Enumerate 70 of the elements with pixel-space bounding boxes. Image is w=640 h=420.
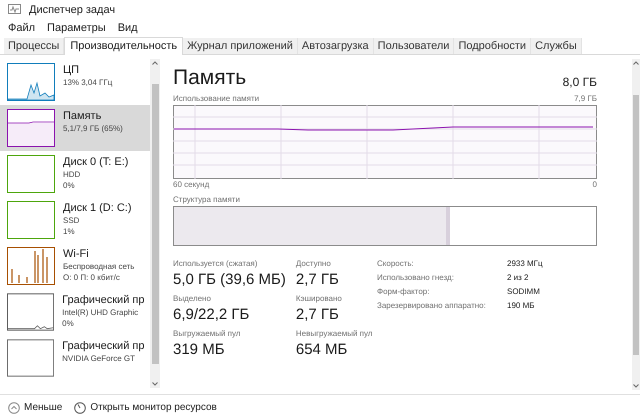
stat-label: Используется (сжатая) (173, 258, 258, 270)
fewer-details-button[interactable]: Меньше (8, 400, 62, 415)
app-icon (8, 4, 21, 16)
item-name: Диск 1 (D: C:) (63, 201, 132, 215)
menu-item[interactable]: Параметры (47, 20, 106, 37)
stat-value: 2,7 ГБ (296, 270, 340, 290)
detail-value: 190 МБ (507, 300, 536, 312)
item-detail: 13% 3,04 ГГц (63, 77, 112, 88)
gauge-icon (74, 402, 86, 414)
stat-label: Кэшировано (296, 293, 343, 305)
tab[interactable]: Производительность (64, 37, 184, 55)
item-detail: HDD (63, 169, 82, 180)
chevron-up-icon (8, 402, 20, 414)
stat-label: Выделено (173, 293, 212, 305)
item-detail: Intel(R) UHD Graphic (62, 307, 140, 318)
menu-item[interactable]: Файл (8, 20, 36, 37)
graph-max: 7,9 ГБ (574, 93, 597, 105)
item-detail: О: 0 П: 0 кбит/с (63, 272, 121, 283)
stat-value: 5,0 ГБ (39,6 МБ) (173, 270, 286, 290)
item-detail: 5,1/7,9 ГБ (65%) (63, 123, 123, 134)
item-detail: 0% (63, 180, 76, 191)
graph-label: Использование памяти (173, 93, 260, 105)
tab[interactable]: Службы (531, 38, 582, 54)
stat-value: 654 МБ (296, 340, 348, 360)
item-name: Wi-Fi (63, 247, 90, 261)
scroll-up-icon[interactable] (633, 61, 639, 65)
detail-label: Использовано гнезд: (377, 272, 455, 284)
item-detail: NVIDIA GeForce GT (62, 353, 136, 364)
stat-value: 6,9/22,2 ГБ (173, 305, 250, 325)
detail-value: 2 из 2 (507, 272, 530, 284)
panel-title: Память (173, 65, 246, 91)
tab[interactable]: Автозагрузка (298, 38, 374, 54)
item-detail: Беспроводная сеть (63, 261, 134, 272)
tab[interactable]: Журнал приложений (183, 38, 298, 54)
item-detail: 0% (62, 318, 75, 329)
tab[interactable]: Пользователи (374, 38, 454, 54)
resource-monitor-link[interactable]: Открыть монитор ресурсов (74, 400, 217, 415)
tab[interactable]: Подробности (454, 38, 532, 54)
item-detail: SSD (63, 215, 80, 226)
graph-zero-label: 0 (592, 179, 597, 191)
stat-value: 2,7 ГБ (296, 305, 340, 325)
detail-label: Форм-фактор: (377, 286, 430, 298)
stat-label: Невыгружаемый пул (296, 328, 372, 340)
scroll-thumb[interactable] (633, 94, 639, 354)
scroll-down-icon[interactable] (152, 382, 158, 386)
detail-label: Зарезервировано аппаратно: (377, 300, 487, 312)
scroll-down-icon[interactable] (633, 384, 639, 388)
tab[interactable]: Процессы (4, 38, 64, 54)
item-name: Графический пр (62, 293, 143, 307)
item-detail: 1% (63, 226, 76, 237)
scroll-thumb[interactable] (152, 84, 158, 364)
structure-label: Структура памяти (173, 194, 241, 206)
detail-label: Скорость: (377, 258, 415, 270)
memory-total: 8,0 ГБ (562, 74, 597, 91)
stat-value: 319 МБ (173, 340, 226, 360)
item-name: Графический пр (62, 339, 143, 353)
stat-label: Выгружаемый пул (173, 328, 242, 340)
stat-label: Доступно (296, 258, 332, 270)
window-title: Диспетчер задач (29, 2, 116, 18)
detail-value: 2933 МГц (507, 258, 543, 270)
item-name: Память (63, 109, 102, 123)
scroll-up-icon[interactable] (152, 61, 158, 65)
detail-value: SODIMM (507, 286, 541, 298)
item-name: Диск 0 (T: E:) (63, 155, 128, 169)
scrollbar[interactable] (632, 59, 640, 390)
scrollbar[interactable] (150, 59, 160, 388)
sidebar-item[interactable]: Память 5,1/7,9 ГБ (65%) (0, 105, 150, 151)
item-name: ЦП (63, 63, 80, 77)
graph-time-label: 60 секунд (173, 179, 210, 191)
menu-item[interactable]: Вид (118, 20, 138, 37)
